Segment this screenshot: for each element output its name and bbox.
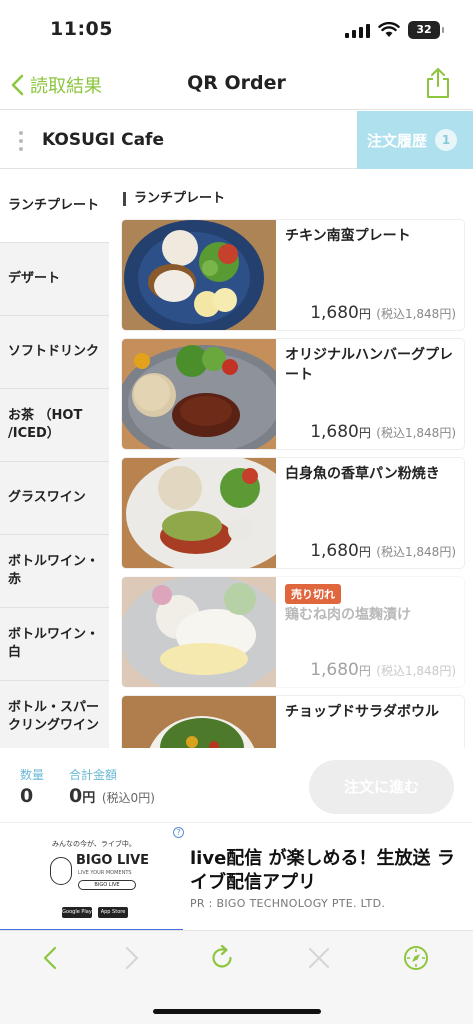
menu-item-price: 1,680円 (税込1,848円): [310, 660, 456, 680]
wifi-icon: [378, 22, 400, 37]
ad-image-search: BIGO LIVE: [78, 880, 136, 890]
order-summary-bar: 数量 0 合計金額 0円 (税込0円) 注文に進む: [0, 748, 473, 822]
category-label: ソフトドリンク: [8, 343, 100, 359]
price-value: 1,680: [310, 303, 359, 323]
home-indicator: [153, 1009, 321, 1014]
ad-info-icon[interactable]: ?: [173, 827, 184, 838]
store-name: KOSUGI Cafe: [42, 130, 164, 150]
category-item[interactable]: ランチプレート: [0, 170, 109, 243]
nav-bar: 読取結果 QR Order: [0, 60, 473, 110]
compass-icon[interactable]: [401, 943, 431, 973]
menu-item-name: チキン南蛮プレート: [285, 228, 411, 244]
store-bar: KOSUGI Cafe 注文履歴 1: [0, 111, 473, 169]
price-yen: 円: [358, 664, 371, 678]
category-item[interactable]: ソフトドリンク: [0, 316, 109, 389]
menu-item-photo: [122, 458, 276, 568]
google-play-badge: Google Play: [62, 907, 92, 918]
price-yen: 円: [358, 307, 371, 321]
ad-image[interactable]: みんなの今が、ライブ中。 BIGO LIVE LIVE YOUR MOMENTS…: [40, 829, 170, 925]
ad-image-sub: LIVE YOUR MOMENTS: [78, 870, 132, 876]
mascot-icon: [50, 857, 72, 885]
category-sidebar: ランチプレート デザート ソフトドリンク お茶 （HOT /ICED） グラスワ…: [0, 170, 109, 748]
battery-icon: 32: [408, 21, 444, 39]
category-item[interactable]: グラスワイン: [0, 462, 109, 535]
quantity-value: 0: [20, 785, 34, 807]
menu-item-photo: [122, 339, 276, 449]
sold-out-badge: 売り切れ: [285, 584, 341, 604]
order-history-label: 注文履歴: [367, 131, 428, 150]
total-amount: 0円 (税込0円): [69, 785, 155, 807]
category-label: グラスワイン: [8, 489, 86, 505]
total-tax: (税込0円): [101, 791, 155, 805]
menu-item-card[interactable]: チョップドサラダボウル: [122, 696, 464, 748]
menu-item-photo: [122, 220, 276, 330]
category-label: ボトルワイン・白: [8, 626, 100, 660]
menu-item-name: 白身魚の香草パン粉焼き: [285, 466, 440, 482]
price-tax: (税込1,848円): [376, 545, 456, 559]
category-item[interactable]: デザート: [0, 243, 109, 316]
menu-item-price: 1,680円 (税込1,848円): [310, 541, 456, 561]
price-value: 1,680: [310, 541, 359, 561]
category-label: ランチプレート: [8, 197, 100, 213]
price-tax: (税込1,848円): [376, 307, 456, 321]
price-value: 1,680: [310, 422, 359, 442]
ad-title[interactable]: live配信 が楽しめる！生放送 ライブ配信アプリ: [190, 847, 465, 896]
menu-item-price: 1,680円 (税込1,848円): [310, 422, 456, 442]
menu-item-photo: [122, 577, 276, 687]
status-bar: 11:05 32: [0, 0, 473, 60]
menu-item-name: オリジナルハンバーグプレート: [285, 347, 453, 384]
more-vertical-icon[interactable]: [18, 129, 24, 153]
menu-item-photo: [122, 696, 276, 748]
order-history-count-badge: 1: [435, 129, 458, 151]
category-item[interactable]: お茶 （HOT /ICED）: [0, 389, 109, 462]
proceed-to-order-button[interactable]: 注文に進む: [309, 760, 454, 814]
forward-arrow-icon[interactable]: [116, 943, 146, 973]
category-label: デザート: [8, 270, 61, 286]
close-icon[interactable]: [304, 943, 334, 973]
back-arrow-icon[interactable]: [36, 943, 66, 973]
menu-item-card[interactable]: オリジナルハンバーグプレート 1,680円 (税込1,848円): [122, 339, 464, 449]
page-title: QR Order: [187, 72, 286, 94]
share-icon[interactable]: [423, 66, 453, 100]
menu-list: ランチプレート チキン南蛮プレート 1,680円 (税込1,848円) オリジナ…: [109, 170, 473, 748]
price-yen: 円: [358, 426, 371, 440]
ad-image-logo: BIGO LIVE: [76, 853, 150, 868]
menu-item-card[interactable]: 白身魚の香草パン粉焼き 1,680円 (税込1,848円): [122, 458, 464, 568]
total-label: 合計金額: [69, 768, 118, 782]
ad-advertiser: PR : BIGO TECHNOLOGY PTE. LTD.: [190, 897, 386, 910]
total-value: 0: [69, 785, 83, 807]
total-yen: 円: [82, 791, 96, 806]
menu-item-card[interactable]: チキン南蛮プレート 1,680円 (税込1,848円): [122, 220, 464, 330]
menu-content: ランチプレート デザート ソフトドリンク お茶 （HOT /ICED） グラスワ…: [0, 170, 473, 748]
app-store-badge: App Store: [98, 907, 128, 918]
menu-item-name: 鶏むね肉の塩麹漬け: [285, 607, 411, 623]
category-label: ボトル・スパークリングワイン: [8, 699, 100, 733]
category-label: ボトルワイン・赤: [8, 553, 100, 587]
menu-item-name: チョップドサラダボウル: [285, 704, 439, 720]
price-value: 1,680: [310, 660, 359, 680]
price-tax: (税込1,848円): [376, 664, 456, 678]
status-time: 11:05: [50, 18, 113, 40]
price-tax: (税込1,848円): [376, 426, 456, 440]
category-item[interactable]: ボトルワイン・白: [0, 608, 109, 681]
quantity-label: 数量: [20, 768, 45, 782]
ad-image-tagline: みんなの今が、ライブ中。: [52, 840, 136, 848]
price-yen: 円: [358, 545, 371, 559]
menu-item-price: 1,680円 (税込1,848円): [310, 303, 456, 323]
order-history-button[interactable]: 注文履歴 1: [357, 111, 473, 169]
cellular-signal-icon: [345, 24, 370, 38]
category-label: お茶 （HOT /ICED）: [8, 407, 83, 441]
category-item[interactable]: ボトル・スパークリングワイン: [0, 681, 109, 748]
ad-banner[interactable]: みんなの今が、ライブ中。 BIGO LIVE LIVE YOUR MOMENTS…: [0, 822, 473, 931]
section-title: ランチプレート: [123, 192, 225, 206]
category-item[interactable]: ボトルワイン・赤: [0, 535, 109, 608]
reload-icon[interactable]: [207, 943, 237, 973]
